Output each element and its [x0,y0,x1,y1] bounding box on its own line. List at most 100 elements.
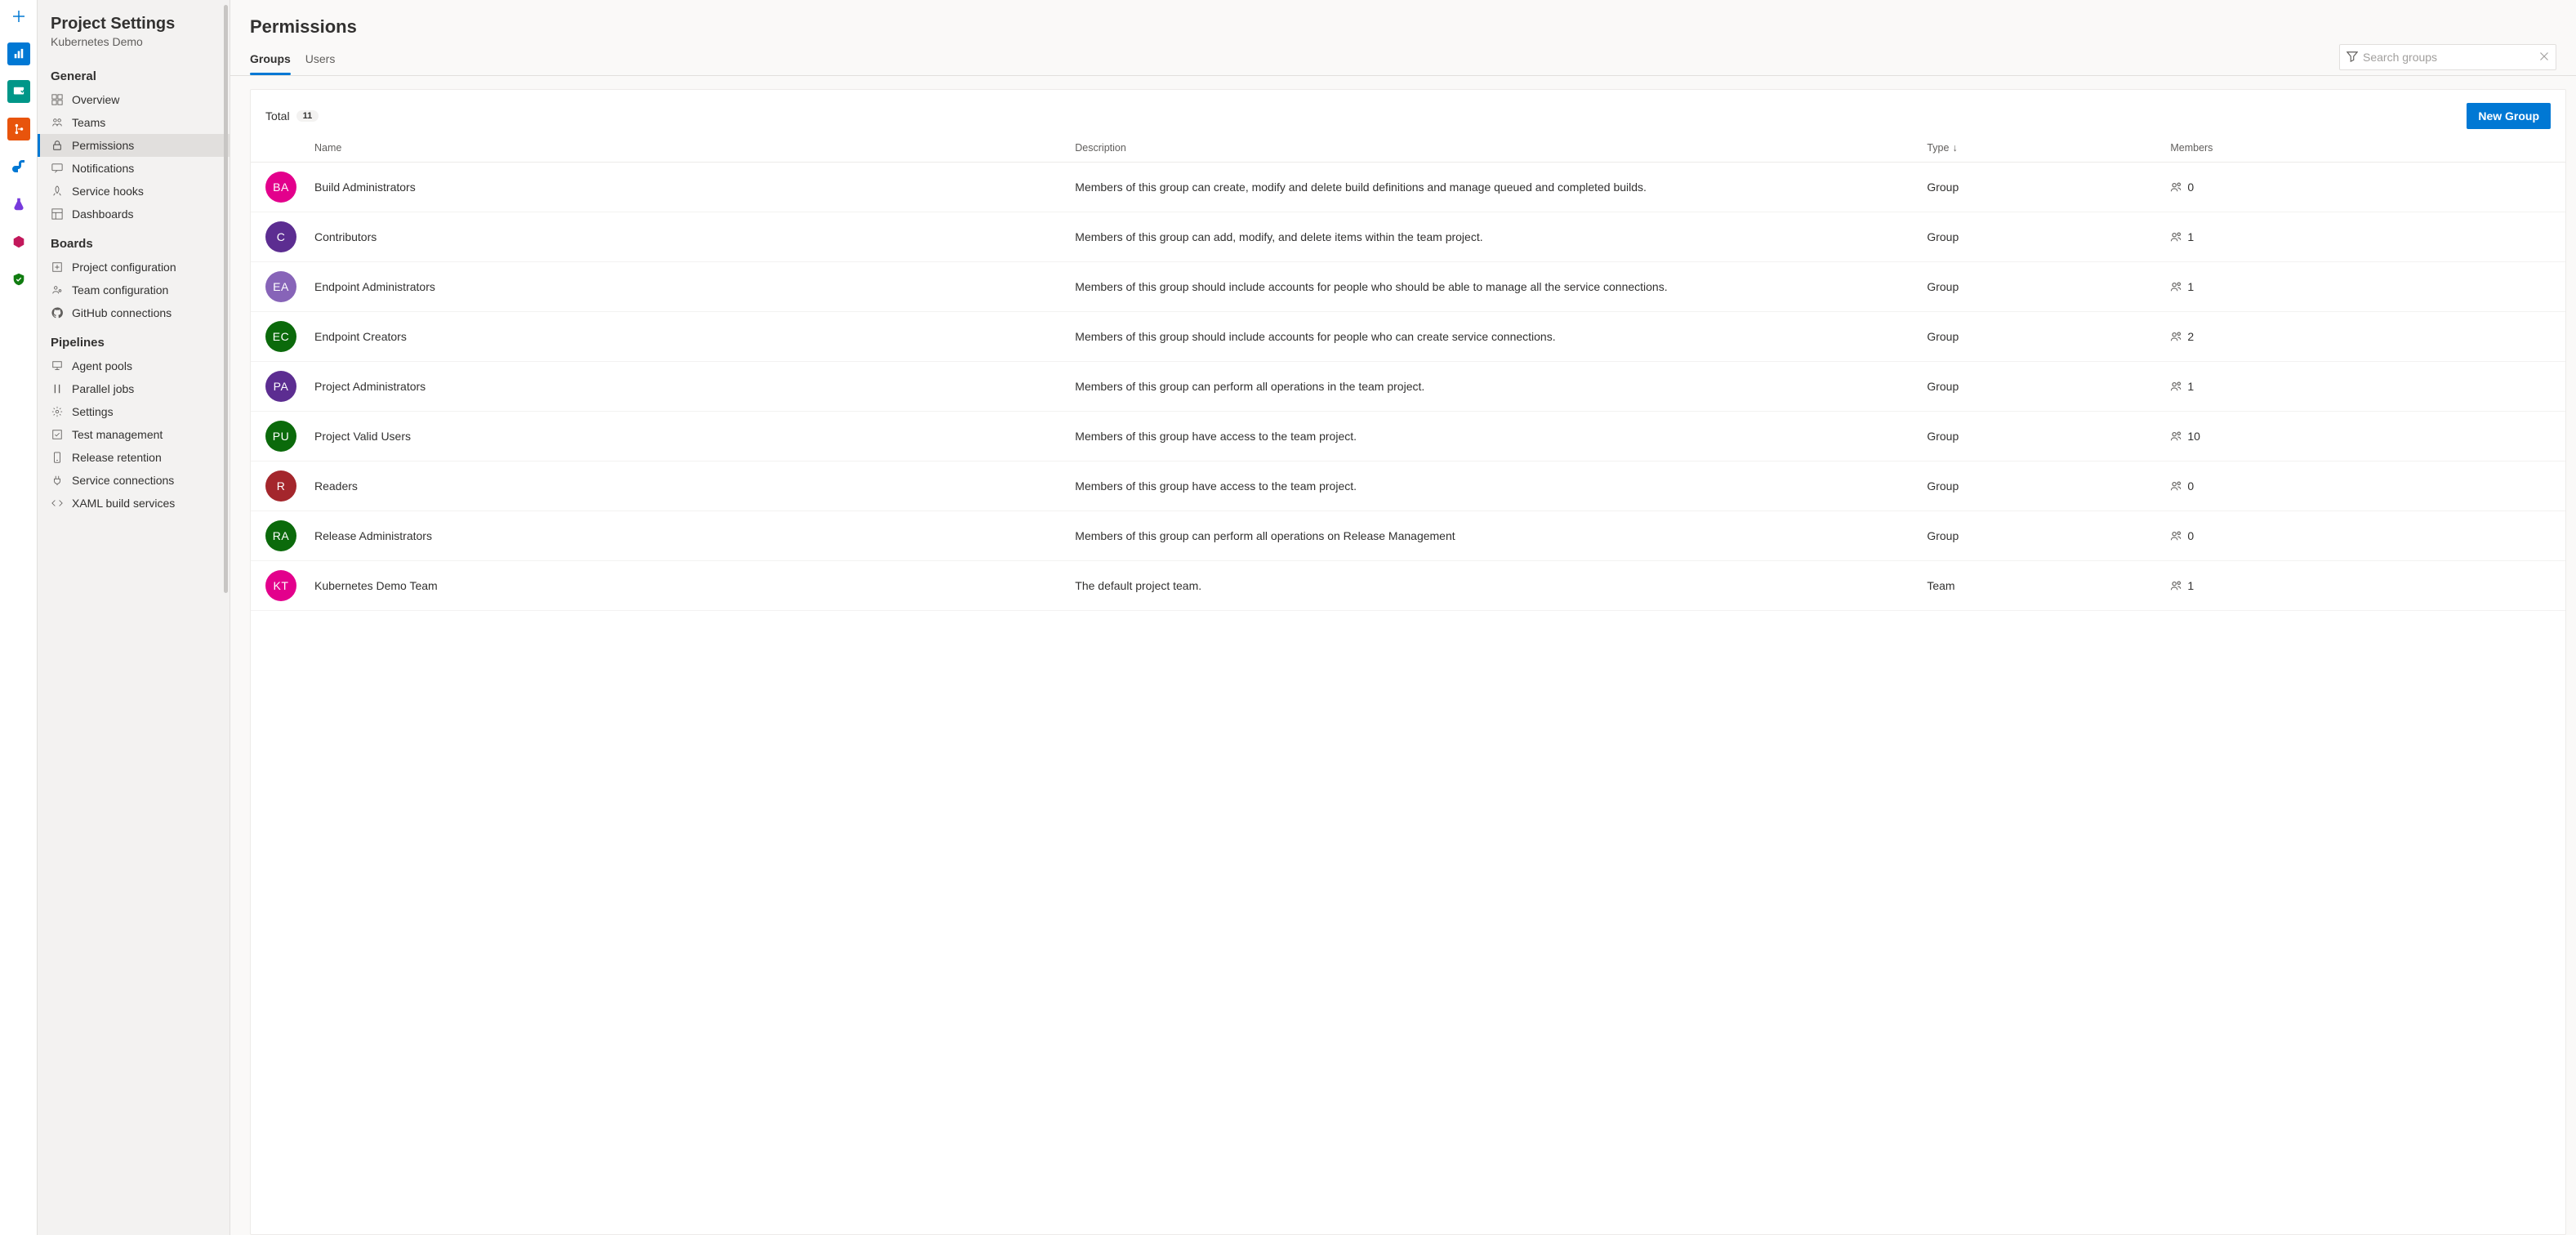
tab-groups[interactable]: Groups [250,44,291,75]
table-row[interactable]: EAEndpoint AdministratorsMembers of this… [251,262,2565,312]
avatar: C [265,221,296,252]
clear-icon[interactable] [2539,51,2549,64]
table-row[interactable]: RARelease AdministratorsMembers of this … [251,511,2565,561]
avatar: PU [265,421,296,452]
group-name: Build Administrators [314,181,1075,194]
group-name: Endpoint Creators [314,330,1075,343]
table-row[interactable]: PUProject Valid UsersMembers of this gro… [251,412,2565,461]
group-name: Project Administrators [314,380,1075,393]
team-config-icon [51,283,64,296]
table-row[interactable]: C ContributorsMembers of this group can a… [251,212,2565,262]
group-type: Group [1927,280,2170,293]
sidebar-item-label: Agent pools [72,359,132,372]
table-header: Name Description Type↓ Members [251,142,2565,163]
group-members: 1 [2170,579,2551,592]
group-type: Group [1927,330,2170,343]
group-description: Members of this group have access to the… [1075,429,1927,444]
section-boards: Boards [38,225,230,256]
sidebar-item-project-configuration[interactable]: Project configuration [38,256,230,279]
sidebar-item-service-connections[interactable]: Service connections [38,469,230,492]
plug-icon [51,474,64,487]
table-row[interactable]: BABuild AdministratorsMembers of this gr… [251,163,2565,212]
chat-icon [51,162,64,175]
sidebar-title: Project Settings [38,15,230,35]
sidebar-item-service-hooks[interactable]: Service hooks [38,180,230,203]
group-members: 0 [2170,479,2551,493]
group-description: Members of this group can perform all op… [1075,379,1927,395]
group-type: Group [1927,529,2170,542]
sidebar-item-label: Project configuration [72,261,176,274]
sidebar-item-settings[interactable]: Settings [38,400,230,423]
sidebar-item-xaml-build-services[interactable]: XAML build services [38,492,230,515]
overview-icon [51,93,64,106]
search-input[interactable] [2363,51,2539,64]
col-type[interactable]: Type↓ [1927,142,2170,154]
pipelines-icon[interactable] [7,155,30,178]
sidebar-item-dashboards[interactable]: Dashboards [38,203,230,225]
table-body: BABuild AdministratorsMembers of this gr… [251,163,2565,611]
github-icon [51,306,64,319]
sidebar-item-permissions[interactable]: Permissions [38,134,230,157]
agent-icon [51,359,64,372]
code-icon [51,497,64,510]
repos-icon[interactable] [7,118,30,140]
add-icon[interactable] [7,5,30,28]
col-members[interactable]: Members [2170,142,2551,154]
sidebar-item-github-connections[interactable]: GitHub connections [38,301,230,324]
table-row[interactable]: PAProject AdministratorsMembers of this … [251,362,2565,412]
sidebar-item-overview[interactable]: Overview [38,88,230,111]
sidebar-item-label: Overview [72,93,119,106]
group-type: Team [1927,579,2170,592]
tab-users[interactable]: Users [305,44,336,75]
group-members: 10 [2170,430,2551,443]
new-group-button[interactable]: New Group [2467,103,2551,129]
sidebar-item-label: XAML build services [72,497,175,510]
sidebar-item-label: Permissions [72,139,134,152]
table-row[interactable]: R ReadersMembers of this group have acces… [251,461,2565,511]
col-name[interactable]: Name [314,142,1075,154]
sort-arrow-icon: ↓ [1952,142,1957,154]
analytics-icon[interactable] [7,42,30,65]
sidebar-subtitle: Kubernetes Demo [38,35,230,58]
parallel-icon [51,382,64,395]
group-description: Members of this group have access to the… [1075,479,1927,494]
col-description[interactable]: Description [1075,142,1927,154]
test-mgmt-icon [51,428,64,441]
group-name: Endpoint Administrators [314,280,1075,293]
sidebar-item-teams[interactable]: Teams [38,111,230,134]
boards-icon[interactable] [7,80,30,103]
sidebar-item-parallel-jobs[interactable]: Parallel jobs [38,377,230,400]
group-members: 2 [2170,330,2551,343]
group-name: Kubernetes Demo Team [314,579,1075,592]
shield-icon[interactable] [7,268,30,291]
sidebar-item-release-retention[interactable]: Release retention [38,446,230,469]
total-label: Total [265,109,290,123]
sidebar-item-notifications[interactable]: Notifications [38,157,230,180]
page-title: Permissions [250,16,2556,38]
project-config-icon [51,261,64,274]
tabs: Groups Users [250,44,335,75]
test-icon[interactable] [7,193,30,216]
sidebar-item-label: GitHub connections [72,306,172,319]
search-box[interactable] [2339,44,2556,70]
group-name: Readers [314,479,1075,493]
rocket-icon [51,185,64,198]
sidebar-item-label: Dashboards [72,207,134,221]
sidebar-item-label: Release retention [72,451,162,464]
avatar: EC [265,321,296,352]
section-general: General [38,58,230,88]
table-row[interactable]: KTKubernetes Demo TeamThe default projec… [251,561,2565,611]
sidebar-item-test-management[interactable]: Test management [38,423,230,446]
group-members: 1 [2170,280,2551,293]
main-content: Permissions Groups Users Total 1 [230,0,2576,1235]
sidebar-item-agent-pools[interactable]: Agent pools [38,354,230,377]
group-name: Release Administrators [314,529,1075,542]
table-row[interactable]: ECEndpoint CreatorsMembers of this group… [251,312,2565,362]
group-name: Contributors [314,230,1075,243]
avatar: R [265,470,296,502]
artifacts-icon[interactable] [7,230,30,253]
group-description: Members of this group can add, modify, a… [1075,230,1927,245]
sidebar-item-label: Team configuration [72,283,168,296]
sidebar-item-team-configuration[interactable]: Team configuration [38,279,230,301]
sidebar-item-label: Parallel jobs [72,382,134,395]
